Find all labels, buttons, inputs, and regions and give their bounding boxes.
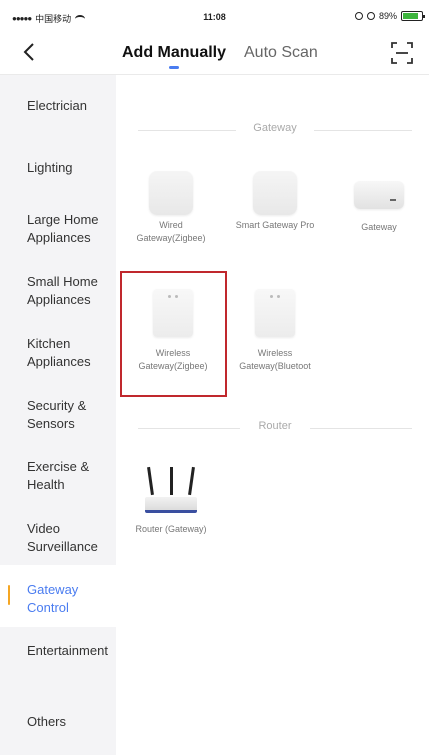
sidebar-item-label: Kitchen Appliances [27, 336, 91, 369]
antenna [188, 466, 195, 496]
sidebar-item-label: Video Surveillance [27, 521, 98, 554]
back-button[interactable] [18, 40, 42, 64]
tab-auto-scan[interactable]: Auto Scan [244, 44, 318, 62]
device-list: Gateway Wired Gateway(Zigbee) Smart Gate… [116, 75, 429, 755]
location-icon [354, 12, 363, 20]
sidebar-item-video-surveillance[interactable]: Video Surveillance [0, 520, 116, 556]
device-wireless-gateway-bluetooth[interactable]: Wireless Gateway(Bluetoot [220, 289, 330, 373]
battery-percent: 89% [378, 11, 397, 21]
sidebar-item-label: Lighting [27, 160, 73, 175]
antenna [170, 467, 173, 495]
section-title: Gateway [253, 122, 297, 134]
sidebar-item-label: Others [27, 714, 67, 729]
sidebar-item-label: Large Home Appliances [27, 212, 99, 245]
divider-line [314, 130, 412, 131]
device-label: Router (Gateway) [135, 524, 207, 534]
device-wired-gateway-zigbee[interactable]: Wired Gateway(Zigbee) [116, 171, 226, 245]
highlight-box [120, 271, 227, 397]
sidebar-item-gateway-control[interactable]: Gateway Control [0, 565, 116, 627]
sidebar-item-lighting[interactable]: Lighting [0, 159, 116, 177]
tab-active-indicator [169, 66, 179, 69]
sidebar-item-label: Exercise & Health [27, 459, 90, 492]
gateway-device-icon [354, 181, 404, 209]
sidebar-item-label: Security & Sensors [27, 398, 87, 431]
router-device-icon [143, 466, 199, 513]
device-label: Smart Gateway Pro [235, 220, 315, 230]
device-label: Gateway [361, 222, 397, 232]
sidebar-item-label: Entertainment [27, 643, 108, 658]
device-gateway[interactable]: Gateway [324, 171, 429, 234]
sidebar-item-label: Gateway Control [27, 582, 79, 615]
router-body [145, 497, 197, 513]
device-label: Wireless Gateway(Bluetoot [239, 348, 311, 371]
scan-button[interactable] [389, 40, 415, 66]
alarm-icon [366, 12, 375, 20]
divider-line [310, 428, 412, 429]
sidebar-item-label: Small Home Appliances [27, 274, 98, 307]
device-router-gateway[interactable]: Router (Gateway) [116, 466, 226, 536]
chevron-left-icon [23, 43, 34, 61]
sidebar-item-security-sensors[interactable]: Security & Sensors [0, 397, 104, 433]
section-title: Router [258, 420, 292, 432]
antenna [147, 466, 154, 496]
sidebar-item-entertainment[interactable]: Entertainment [0, 642, 116, 660]
sidebar-item-small-home-appliances[interactable]: Small Home Appliances [0, 273, 116, 309]
sidebar-item-kitchen-appliances[interactable]: Kitchen Appliances [0, 335, 100, 371]
status-bar: ●●●●● 中国移动 11:08 89% [0, 0, 429, 34]
device-smart-gateway-pro[interactable]: Smart Gateway Pro [220, 171, 330, 232]
device-label: Wired Gateway(Zigbee) [136, 220, 206, 243]
wireless-gateway-bluetooth-device-icon [255, 289, 295, 337]
smart-gateway-device-icon [253, 171, 297, 215]
sidebar-item-exercise-health[interactable]: Exercise & Health [0, 458, 104, 494]
category-sidebar: Electrician Lighting Large Home Applianc… [0, 75, 116, 755]
wired-gateway-device-icon [149, 171, 193, 215]
battery-icon [401, 11, 425, 21]
section-header-router: Router [138, 420, 412, 436]
sidebar-item-others[interactable]: Others [0, 713, 116, 731]
sidebar-item-electrician[interactable]: Electrician [0, 97, 116, 115]
sidebar-item-label: Electrician [27, 98, 87, 113]
scan-frame-icon [391, 42, 413, 64]
active-category-marker [8, 585, 10, 605]
section-header-gateway: Gateway [138, 122, 412, 138]
status-right: 89% [354, 11, 425, 21]
tab-add-manually[interactable]: Add Manually [122, 44, 226, 62]
sidebar-item-large-home-appliances[interactable]: Large Home Appliances [0, 211, 116, 247]
nav-bar: Add Manually Auto Scan [0, 34, 429, 74]
